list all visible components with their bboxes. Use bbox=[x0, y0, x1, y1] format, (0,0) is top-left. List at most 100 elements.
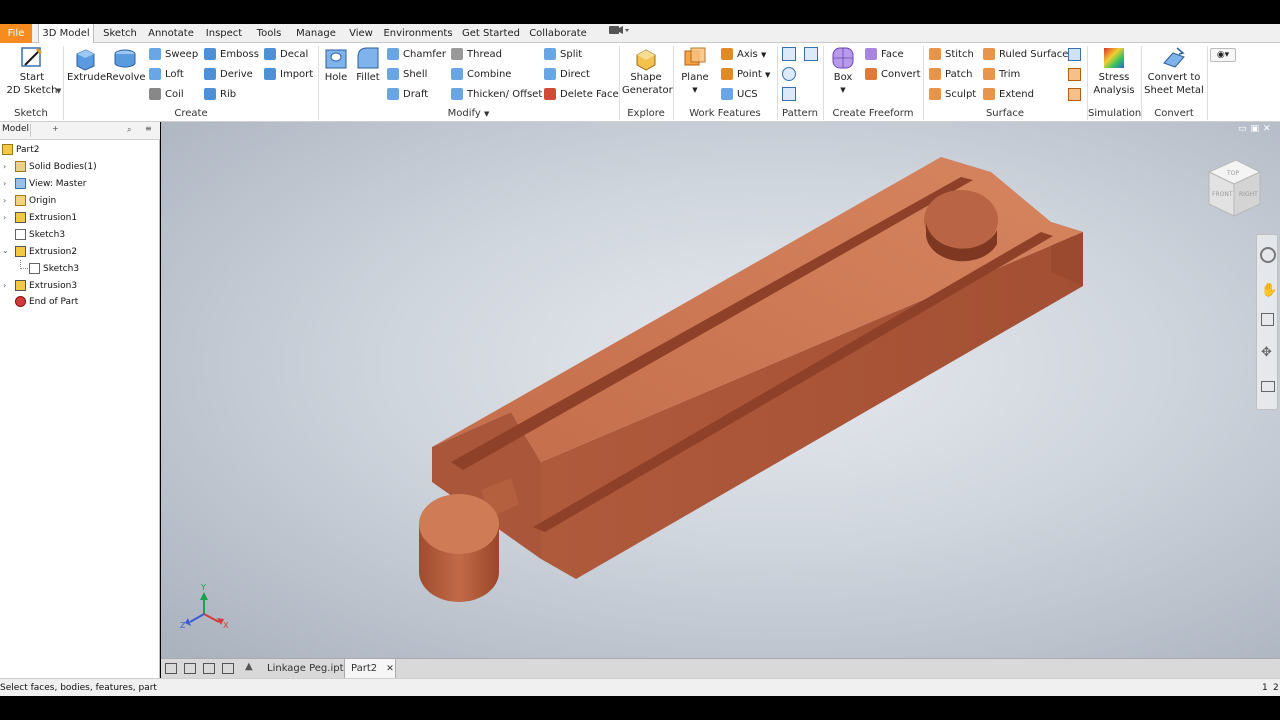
look-at-icon[interactable] bbox=[1261, 381, 1275, 392]
thicken-offset-button[interactable]: Thicken/ Offset bbox=[451, 86, 542, 104]
decal-button[interactable]: Decal bbox=[264, 46, 308, 64]
tree-item-end-of-part[interactable]: End of Part bbox=[15, 294, 78, 310]
tab-inspect[interactable]: Inspect bbox=[202, 24, 246, 43]
sweep-button[interactable]: Sweep bbox=[149, 46, 198, 64]
chevron-right-icon[interactable]: › bbox=[3, 179, 6, 188]
tree-item-origin[interactable]: Origin bbox=[15, 193, 56, 209]
add-browser-icon[interactable]: + bbox=[52, 124, 59, 133]
tab-collaborate[interactable]: Collaborate bbox=[528, 24, 588, 43]
extrude-button[interactable]: Extrude bbox=[67, 45, 106, 84]
tab-sketch[interactable]: Sketch bbox=[100, 24, 140, 43]
freeform-box-button[interactable]: Box ▼ bbox=[828, 45, 858, 97]
repair-bodies-icon[interactable] bbox=[1068, 68, 1081, 81]
tree-item-sketch3-child[interactable]: Sketch3 bbox=[29, 261, 79, 277]
plane-button[interactable]: Plane ▼ bbox=[678, 45, 712, 97]
graphics-viewport[interactable]: Y X Z TOP FRONT RIGHT ▭▣✕ ✋ ✥ bbox=[161, 122, 1280, 658]
sketch-driven-pattern-icon[interactable] bbox=[782, 87, 796, 101]
tab-get-started[interactable]: Get Started bbox=[460, 24, 522, 43]
fit-mesh-face-icon[interactable] bbox=[1068, 88, 1081, 101]
pan-icon[interactable]: ✋ bbox=[1261, 283, 1277, 298]
viewcube[interactable]: TOP FRONT RIGHT bbox=[1207, 159, 1262, 217]
model-canvas[interactable]: Y X Z TOP FRONT RIGHT bbox=[161, 122, 1280, 658]
stress-analysis-button[interactable]: Stress Analysis bbox=[1092, 45, 1136, 97]
orbit-icon[interactable]: ✥ bbox=[1261, 345, 1272, 360]
chevron-right-icon[interactable]: › bbox=[3, 281, 6, 290]
rib-button[interactable]: Rib bbox=[204, 86, 236, 104]
shell-button[interactable]: Shell bbox=[387, 66, 427, 84]
replace-face-icon[interactable] bbox=[1068, 48, 1081, 61]
tile-vertical-icon[interactable] bbox=[222, 663, 234, 674]
doc-tab-part2[interactable]: Part2 ✕ bbox=[344, 659, 396, 679]
chevron-right-icon[interactable]: › bbox=[3, 162, 6, 171]
chevron-right-icon[interactable]: › bbox=[3, 196, 6, 205]
panel-title-modify[interactable]: Modify ▼ bbox=[319, 107, 618, 121]
freeform-face-button[interactable]: Face bbox=[865, 46, 904, 64]
chevron-right-icon[interactable]: › bbox=[3, 213, 6, 222]
doc-tab-linkage-peg[interactable]: Linkage Peg.ipt bbox=[261, 659, 350, 679]
tree-item-extrusion2[interactable]: Extrusion2 bbox=[15, 244, 77, 260]
steering-wheel-icon[interactable] bbox=[1260, 247, 1276, 263]
tab-tools[interactable]: Tools bbox=[252, 24, 286, 43]
tree-item-view-master[interactable]: View: Master bbox=[15, 176, 87, 192]
mirror-icon[interactable] bbox=[804, 47, 818, 61]
shape-generator-button[interactable]: Shape Generator bbox=[622, 45, 673, 97]
hole-button[interactable]: Hole bbox=[322, 45, 350, 84]
search-icon[interactable]: ⌕ bbox=[127, 125, 131, 135]
convert-to-sheet-metal-button[interactable]: Convert to Sheet Metal bbox=[1144, 45, 1204, 97]
loft-button[interactable]: Loft bbox=[149, 66, 184, 84]
chamfer-button[interactable]: Chamfer bbox=[387, 46, 446, 64]
derive-button[interactable]: Derive bbox=[204, 66, 253, 84]
close-icon[interactable]: ✕ bbox=[386, 664, 394, 674]
direct-button[interactable]: Direct bbox=[544, 66, 590, 84]
tile-icon[interactable] bbox=[184, 663, 196, 674]
tab-file[interactable]: File bbox=[0, 24, 32, 43]
tab-3d-model[interactable]: 3D Model bbox=[38, 24, 94, 44]
tree-item-extrusion1[interactable]: Extrusion1 bbox=[15, 210, 77, 226]
tree-item-part[interactable]: Part2 bbox=[2, 142, 40, 158]
tab-environments[interactable]: Environments bbox=[382, 24, 454, 43]
ruled-surface-button[interactable]: Ruled Surface bbox=[983, 46, 1068, 64]
track-part-model[interactable] bbox=[419, 157, 1083, 602]
zoom-icon[interactable] bbox=[1261, 313, 1274, 326]
start-2d-sketch-button[interactable]: Start 2D Sketch bbox=[6, 45, 58, 97]
draft-button[interactable]: Draft bbox=[387, 86, 428, 104]
dropdown-arrow-icon[interactable]: ▼ bbox=[56, 87, 61, 95]
video-icon[interactable] bbox=[606, 24, 630, 43]
split-button[interactable]: Split bbox=[544, 46, 582, 64]
tile-horizontal-icon[interactable] bbox=[203, 663, 215, 674]
cascade-icon[interactable] bbox=[165, 663, 177, 674]
circular-pattern-icon[interactable] bbox=[782, 67, 796, 81]
extend-button[interactable]: Extend bbox=[983, 86, 1034, 104]
fillet-button[interactable]: Fillet bbox=[354, 45, 382, 84]
combine-button[interactable]: Combine bbox=[451, 66, 511, 84]
freeform-convert-button[interactable]: Convert bbox=[865, 66, 921, 84]
stitch-button[interactable]: Stitch bbox=[929, 46, 974, 64]
ucs-button[interactable]: UCS bbox=[721, 86, 758, 104]
import-button[interactable]: Import bbox=[264, 66, 313, 84]
viewcube-right-label: RIGHT bbox=[1239, 191, 1258, 198]
tab-manage[interactable]: Manage bbox=[292, 24, 340, 43]
point-button[interactable]: Point ▼ bbox=[721, 66, 770, 84]
coil-button[interactable]: Coil bbox=[149, 86, 184, 104]
open-documents-icon[interactable]: ▲ bbox=[245, 661, 253, 672]
revolve-button[interactable]: Revolve bbox=[106, 45, 146, 84]
tree-item-sketch3[interactable]: Sketch3 bbox=[15, 227, 65, 243]
sculpt-button[interactable]: Sculpt bbox=[929, 86, 976, 104]
delete-face-button[interactable]: Delete Face bbox=[544, 86, 619, 104]
thread-button[interactable]: Thread bbox=[451, 46, 502, 64]
trim-button[interactable]: Trim bbox=[983, 66, 1020, 84]
chevron-down-icon[interactable]: ⌄ bbox=[2, 246, 9, 255]
tab-view[interactable]: View bbox=[346, 24, 376, 43]
emboss-button[interactable]: Emboss bbox=[204, 46, 259, 64]
chamfer-label: Chamfer bbox=[403, 49, 446, 60]
menu-icon[interactable]: ≡ bbox=[145, 124, 152, 133]
tree-item-extrusion3[interactable]: Extrusion3 bbox=[15, 278, 77, 294]
axis-button[interactable]: Axis ▼ bbox=[721, 46, 766, 64]
viewport-window-controls[interactable]: ▭▣✕ bbox=[1238, 124, 1275, 134]
peg-cylinder-top[interactable] bbox=[419, 494, 499, 554]
tab-annotate[interactable]: Annotate bbox=[146, 24, 196, 43]
patch-button[interactable]: Patch bbox=[929, 66, 972, 84]
tree-item-solid-bodies[interactable]: Solid Bodies(1) bbox=[15, 159, 97, 175]
rectangular-pattern-icon[interactable] bbox=[782, 47, 796, 61]
ribbon-options-icon[interactable]: ◉▾ bbox=[1210, 48, 1236, 62]
